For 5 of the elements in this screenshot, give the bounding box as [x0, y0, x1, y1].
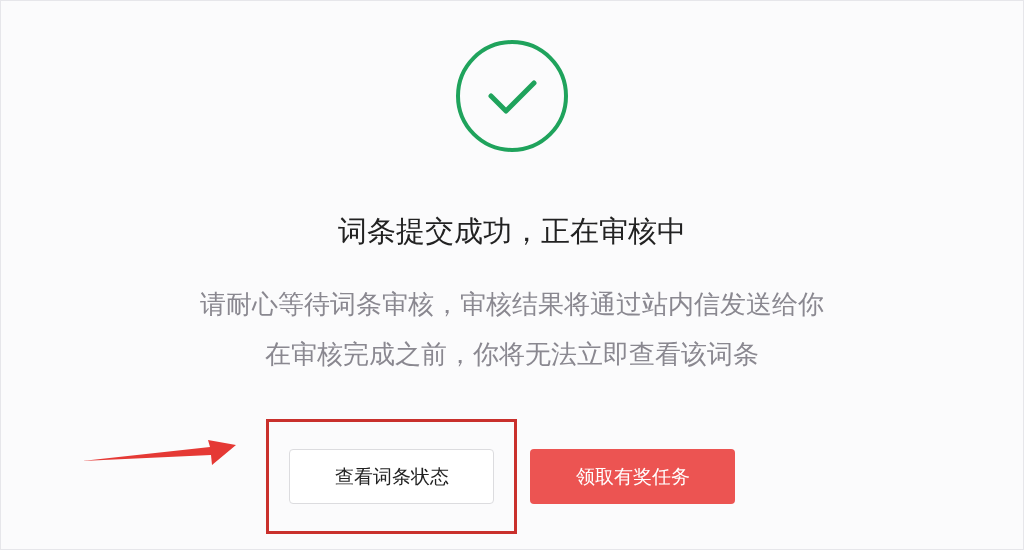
message-line: 请耐心等待词条审核，审核结果将通过站内信发送给你: [200, 288, 824, 321]
claim-task-button[interactable]: 领取有奖任务: [530, 449, 735, 504]
message-line: 在审核完成之前，你将无法立即查看该词条: [265, 338, 759, 371]
view-status-button[interactable]: 查看词条状态: [289, 449, 494, 504]
success-title: 词条提交成功，正在审核中: [338, 213, 686, 250]
